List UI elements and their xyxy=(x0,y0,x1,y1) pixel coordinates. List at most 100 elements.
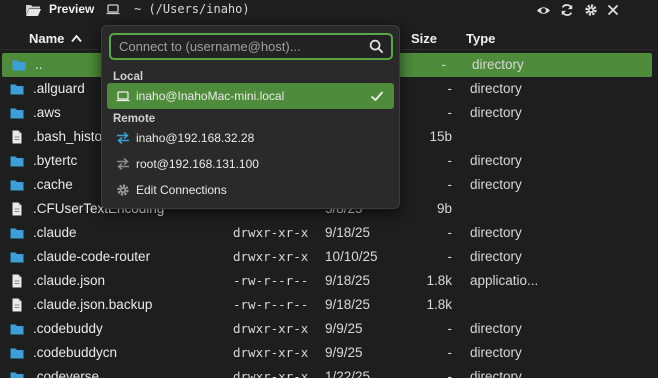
folder-icon xyxy=(12,58,26,72)
file-size: 1.8k xyxy=(426,273,452,288)
file-permissions: -rw-r--r-- xyxy=(233,273,309,288)
file-date: 9/9/25 xyxy=(325,345,363,360)
file-date: 10/10/25 xyxy=(325,249,378,264)
preview-toggle-button[interactable] xyxy=(535,2,551,18)
file-type: directory xyxy=(470,345,522,360)
table-row[interactable]: .codebuddycn drwxr-xr-x 9/9/25 - directory xyxy=(0,341,658,365)
file-size: - xyxy=(447,105,453,120)
folder-icon xyxy=(10,322,24,336)
table-row[interactable]: .claude.json -rw-r--r-- 9/18/25 1.8k applica… xyxy=(0,269,658,293)
settings-button[interactable] xyxy=(583,2,599,18)
file-name: .bash_histo xyxy=(33,129,103,144)
folder-open-icon xyxy=(26,5,41,16)
close-icon xyxy=(607,4,619,16)
file-size: - xyxy=(447,345,453,360)
folder-icon xyxy=(10,178,24,192)
local-section-heading: Local xyxy=(113,71,144,83)
table-row[interactable]: .codebuddy drwxr-xr-x 9/9/25 - directory xyxy=(0,317,658,341)
file-name: .codebuddycn xyxy=(33,345,118,360)
connection-label: inaho@192.168.32.28 xyxy=(136,131,255,145)
folder-icon xyxy=(10,346,24,360)
file-type: directory xyxy=(470,249,522,264)
file-date: 9/9/25 xyxy=(325,321,363,336)
connection-label: inaho@InahoMac-mini.local xyxy=(136,89,285,103)
file-type: directory xyxy=(470,369,522,378)
file-name: .bytertc xyxy=(33,153,78,168)
connection-label: root@192.168.131.100 xyxy=(136,157,259,171)
file-size: 1.8k xyxy=(426,297,452,312)
gear-icon xyxy=(117,184,129,196)
arrows-swap-icon xyxy=(117,131,129,145)
laptop-icon[interactable] xyxy=(106,4,120,15)
file-date: 9/18/25 xyxy=(325,273,371,288)
refresh-icon xyxy=(561,4,573,16)
column-header-type[interactable]: Type xyxy=(466,31,495,46)
file-permissions: drwxr-xr-x xyxy=(233,369,309,378)
connection-popup: Connect to (username@host)... Local inah… xyxy=(101,25,400,209)
file-type: directory xyxy=(470,225,522,240)
current-path: ~ (/Users/inaho) xyxy=(134,2,250,16)
connection-item-remote[interactable]: inaho@192.168.32.28 xyxy=(107,125,394,151)
file-name: .claude xyxy=(33,225,77,240)
file-name: .cache xyxy=(33,177,73,192)
file-icon xyxy=(10,274,24,288)
connect-input[interactable]: Connect to (username@host)... xyxy=(119,39,301,54)
file-size: - xyxy=(447,225,453,240)
file-icon xyxy=(10,298,24,312)
folder-icon xyxy=(10,226,24,240)
folder-icon xyxy=(10,82,24,96)
file-name: .aws xyxy=(33,105,61,120)
table-row[interactable]: .claude drwxr-xr-x 9/18/25 - directory xyxy=(0,221,658,245)
laptop-icon xyxy=(116,91,130,102)
file-icon xyxy=(10,202,24,216)
file-size: - xyxy=(447,249,453,264)
file-name: .codeverse xyxy=(33,369,100,378)
file-date: 9/18/25 xyxy=(325,297,371,312)
file-name: .codebuddy xyxy=(33,321,103,336)
file-name: .. xyxy=(35,57,43,72)
table-row[interactable]: .codeverse drwxr-xr-x 1/22/25 - directory xyxy=(0,365,658,378)
file-permissions: -rw-r--r-- xyxy=(233,297,309,312)
file-date: 9/18/25 xyxy=(325,225,371,240)
file-size: - xyxy=(447,153,453,168)
file-type: directory xyxy=(472,57,524,72)
folder-icon xyxy=(10,154,24,168)
search-icon[interactable] xyxy=(369,39,384,54)
file-permissions: drwxr-xr-x xyxy=(233,249,309,264)
connection-item-remote[interactable]: root@192.168.131.100 xyxy=(107,151,394,177)
file-date: 1/22/25 xyxy=(325,369,371,378)
file-permissions: drwxr-xr-x xyxy=(233,321,309,336)
gear-icon xyxy=(585,4,597,16)
file-type: directory xyxy=(470,153,522,168)
eye-icon xyxy=(536,6,550,14)
column-header-size[interactable]: Size xyxy=(411,31,437,46)
close-button[interactable] xyxy=(605,2,621,18)
folder-icon xyxy=(10,250,24,264)
refresh-button[interactable] xyxy=(559,2,575,18)
column-name-label: Name xyxy=(29,31,65,46)
file-size: - xyxy=(447,321,453,336)
checkmark-icon xyxy=(370,91,384,102)
connect-input-box[interactable]: Connect to (username@host)... xyxy=(109,33,393,60)
file-name: .claude-code-router xyxy=(33,249,151,264)
file-type: directory xyxy=(470,321,522,336)
file-size: - xyxy=(447,177,453,192)
file-size: 9b xyxy=(436,201,452,216)
file-type: directory xyxy=(470,177,522,192)
table-row[interactable]: .claude.json.backup -rw-r--r-- 9/18/25 1.8k xyxy=(0,293,658,317)
folder-icon xyxy=(10,106,24,120)
file-size: - xyxy=(447,369,453,378)
arrows-swap-icon xyxy=(117,157,129,171)
file-size: - xyxy=(447,81,453,96)
file-type: applicatio... xyxy=(470,273,539,288)
file-name: .claude.json xyxy=(33,273,106,288)
connection-item-local[interactable]: inaho@InahoMac-mini.local xyxy=(107,83,394,109)
column-header-name[interactable]: Name xyxy=(29,31,82,46)
file-type: directory xyxy=(470,105,522,120)
file-size: - xyxy=(441,57,447,72)
edit-connections-button[interactable]: Edit Connections xyxy=(107,177,394,203)
file-name: .allguard xyxy=(33,81,85,96)
file-size: 15b xyxy=(429,129,452,144)
table-row[interactable]: .claude-code-router drwxr-xr-x 10/10/25 - di… xyxy=(0,245,658,269)
file-permissions: drwxr-xr-x xyxy=(233,225,309,240)
